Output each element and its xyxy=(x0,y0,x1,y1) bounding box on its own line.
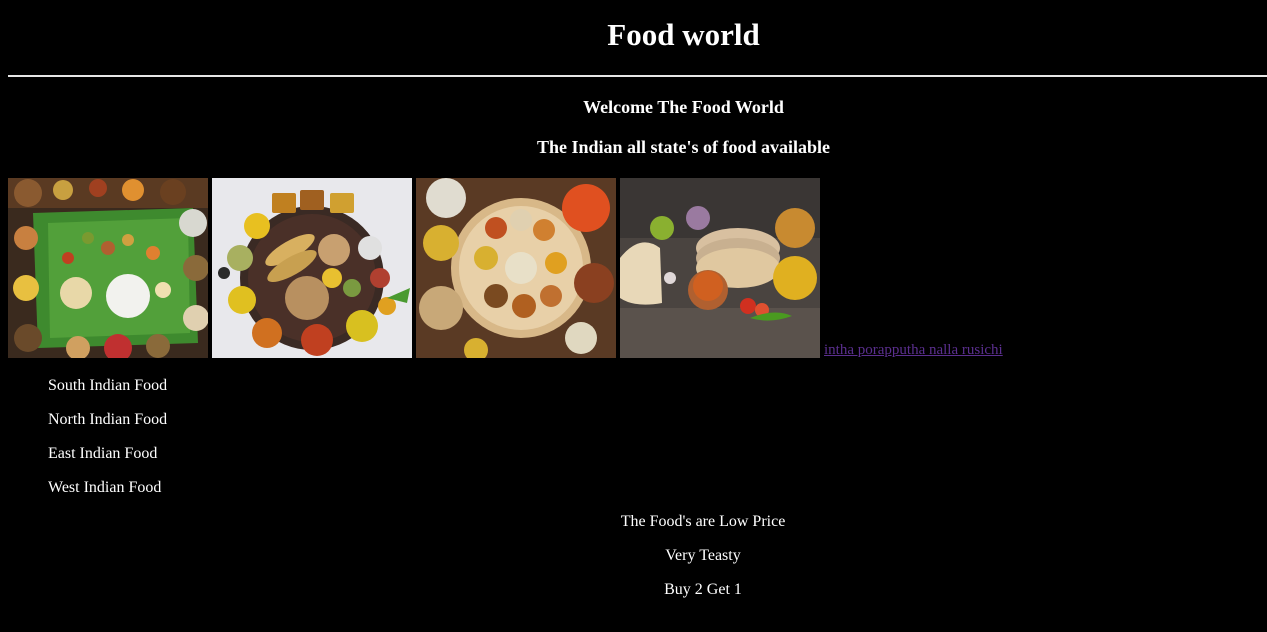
list-item: East Indian Food xyxy=(48,445,158,462)
page-title: Food world xyxy=(607,17,760,52)
food-gallery: intha porapputha nalla rusichi xyxy=(8,178,1003,358)
page: Food world Welcome The Food World The In… xyxy=(0,0,1267,632)
banana-leaf-meal-image xyxy=(8,178,208,358)
food-link[interactable]: intha porapputha nalla rusichi xyxy=(824,342,1003,358)
promo-text: Very Teasty xyxy=(665,547,741,564)
food-category-list: South Indian Food North Indian Food East… xyxy=(48,376,167,512)
promo-section: The Food's are Low Price Very Teasty Buy… xyxy=(0,512,1267,614)
horizontal-rule xyxy=(8,75,1267,77)
welcome-heading: Welcome The Food World xyxy=(583,97,784,117)
paratha-image xyxy=(620,178,820,358)
list-item: North Indian Food xyxy=(48,411,168,428)
platter-image xyxy=(416,178,616,358)
subtitle-heading: The Indian all state's of food available xyxy=(536,137,831,157)
list-item: West Indian Food xyxy=(48,479,162,496)
promo-text: The Food's are Low Price xyxy=(620,513,786,530)
promo-text: Buy 2 Get 1 xyxy=(664,581,742,598)
list-item: South Indian Food xyxy=(48,377,168,394)
thali-plate-image xyxy=(212,178,412,358)
